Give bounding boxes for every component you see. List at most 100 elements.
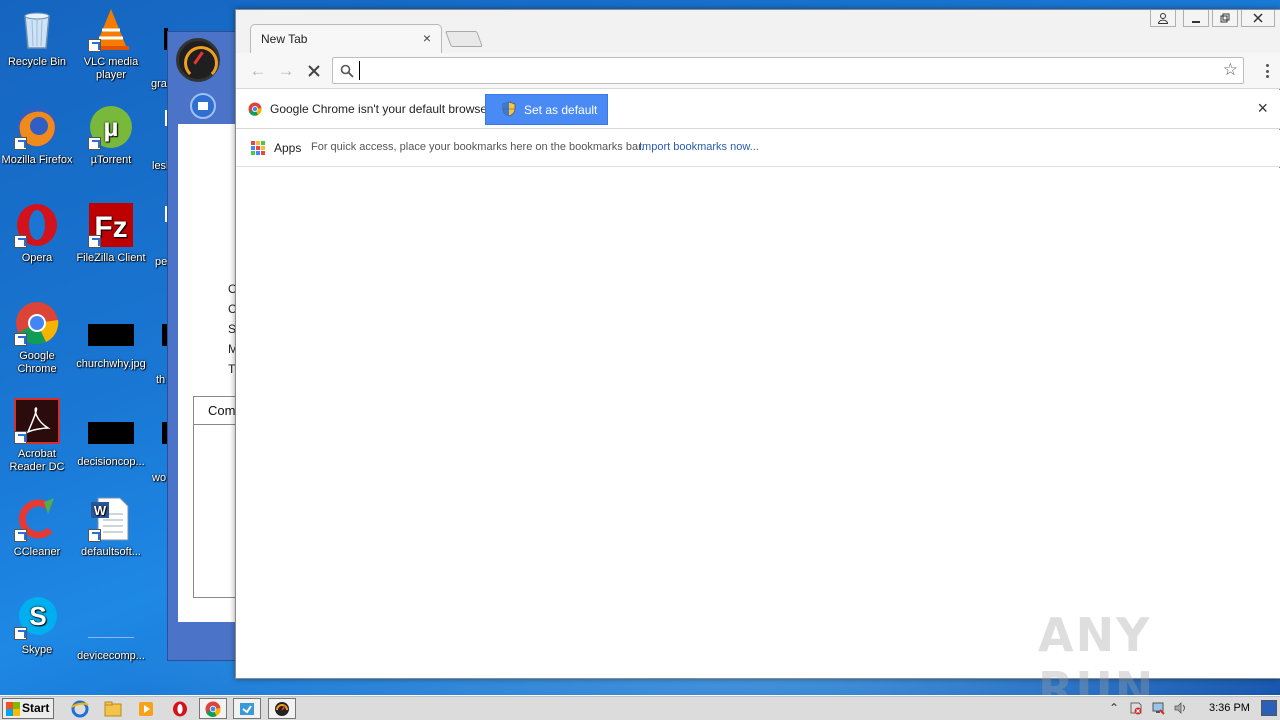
desktop-icon-vlc[interactable]: VLC media player [74,6,148,82]
taskbar-explorer-icon[interactable] [99,698,127,719]
desktop-icon-partial[interactable]: gra [148,6,168,91]
recycle-bin-icon [14,6,60,52]
desktop-icon-skype[interactable]: S Skype [0,594,74,657]
desktop-icon-label: µTorrent [90,154,132,166]
acrobat-icon [14,398,60,444]
opera-icon [14,202,60,248]
uac-shield-icon [502,101,516,117]
shortcut-arrow-icon [14,431,27,444]
desktop-icon-partial[interactable]: th [148,300,168,387]
taskbar-speedometer-icon[interactable] [268,698,296,719]
desktop-icon-label: VLC media player [83,56,139,81]
desktop-icon-firefox[interactable]: Mozilla Firefox [0,104,74,167]
shortcut-arrow-icon [14,627,27,640]
shortcut-arrow-icon [14,529,27,542]
forward-arrow-icon[interactable]: → [276,61,296,81]
profile-icon[interactable] [1150,10,1176,27]
firefox-icon [14,104,60,150]
network-icon[interactable] [1151,701,1165,715]
desktop-icon-decisioncop[interactable]: decisioncop... [74,408,148,469]
page-content [236,168,1280,678]
apps-shortcut[interactable]: Apps [274,141,301,155]
browser-toolbar: ← → ☆ [236,53,1280,89]
tab-close-icon[interactable]: × [419,30,435,46]
chrome-logo-icon [248,102,262,116]
taskbar-opera-icon[interactable] [166,698,194,719]
desktop-icon-label: churchwhy.jpg [76,358,146,370]
desktop-icon-partial[interactable]: lesl [148,104,168,173]
svg-text:W: W [94,503,107,518]
speedometer-icon [176,38,220,82]
word-document-icon: W [88,496,134,542]
desktop-icon-opera[interactable]: Opera [0,202,74,265]
stop-loading-icon[interactable] [304,61,324,81]
desktop-icon-partial[interactable]: wo [148,398,168,485]
desktop-icon-acrobat[interactable]: Acrobat Reader DC [0,398,74,474]
svg-text:µ: µ [104,112,119,142]
omnibox[interactable]: ☆ [332,57,1244,84]
shortcut-arrow-icon [88,39,101,52]
desktop-icon-devicecomp[interactable]: devicecomp... [74,604,148,663]
desktop-icon-partial[interactable]: pe [148,202,168,269]
taskbar-ie-icon[interactable] [66,698,94,719]
show-desktop-icon[interactable] [1261,700,1277,716]
vlc-icon [88,6,134,52]
window-controls [1150,10,1275,28]
import-bookmarks-link[interactable]: Import bookmarks now... [639,141,759,153]
home-icon[interactable] [190,93,216,119]
desktop-icon-chrome[interactable]: Google Chrome [0,300,74,376]
bookmark-star-icon[interactable]: ☆ [1223,60,1238,80]
shortcut-arrow-icon [14,137,27,150]
skype-icon: S [14,594,60,640]
title-bar[interactable]: New Tab × [236,10,1280,53]
windows-logo-icon [6,702,20,716]
infobar-close-icon[interactable]: × [1257,99,1268,117]
taskbar-clock[interactable]: 3:36 PM [1209,702,1250,714]
shortcut-arrow-icon [88,137,101,150]
bookmarks-bar: Apps For quick access, place your bookma… [236,130,1280,167]
file-thumbnail [88,422,134,444]
chrome-icon [14,300,60,346]
search-icon [340,64,354,78]
start-button[interactable]: Start [2,698,54,719]
desktop-icon-recycle-bin[interactable]: Recycle Bin [0,6,74,69]
desktop-icon-label: gra [151,78,167,90]
filezilla-icon: Fz [88,202,134,248]
chrome-menu-button[interactable] [1261,61,1273,81]
desktop-icon-label: lesl [152,160,168,172]
show-hidden-icons-icon[interactable]: ⌃ [1107,701,1121,715]
minimize-icon[interactable] [1183,10,1209,27]
desktop-icon-label: Opera [21,252,53,264]
desktop-icon-churchwhy[interactable]: churchwhy.jpg [74,310,148,371]
desktop-icon-label: defaultsoft... [81,546,141,558]
start-label: Start [22,701,50,715]
taskbar-media-player-icon[interactable] [132,698,160,719]
back-arrow-icon[interactable]: ← [248,61,268,81]
desktop-icon-utorrent[interactable]: µ µTorrent [74,104,148,167]
desktop-icon-label: devicecomp... [77,650,145,662]
desktop-icon-filezilla[interactable]: Fz FileZilla Client [74,202,148,265]
volume-icon[interactable] [1173,701,1187,715]
utorrent-icon: µ [88,104,134,150]
desktop-icon-ccleaner[interactable]: CCleaner [0,496,74,559]
restore-icon[interactable] [1212,10,1238,27]
shortcut-arrow-icon [14,333,27,346]
system-tray: ⌃ 3:36 PM [1105,696,1280,720]
desktop-icon-defaultsoft[interactable]: W defaultsoft... [74,496,148,559]
action-center-icon[interactable] [1129,701,1143,715]
taskbar-installer-icon[interactable] [233,698,261,719]
tab-new-tab[interactable]: New Tab × [250,24,442,53]
taskbar-chrome-icon[interactable] [199,698,227,719]
address-input[interactable] [359,61,1209,80]
close-window-icon[interactable] [1241,10,1275,27]
desktop-icon-label: Acrobat Reader DC [9,448,65,473]
desktop-icon-label: Skype [21,644,53,656]
shortcut-arrow-icon [88,235,101,248]
taskbar: Start ⌃ 3:36 PM [0,695,1280,720]
new-tab-button[interactable] [445,31,483,47]
default-browser-infobar: Google Chrome isn't your default browser… [236,90,1280,129]
desktop-icon-label: Mozilla Firefox [1,154,73,166]
shortcut-arrow-icon [14,235,27,248]
desktop-icon-label: Google Chrome [17,350,57,375]
apps-grid-icon[interactable] [251,141,265,155]
